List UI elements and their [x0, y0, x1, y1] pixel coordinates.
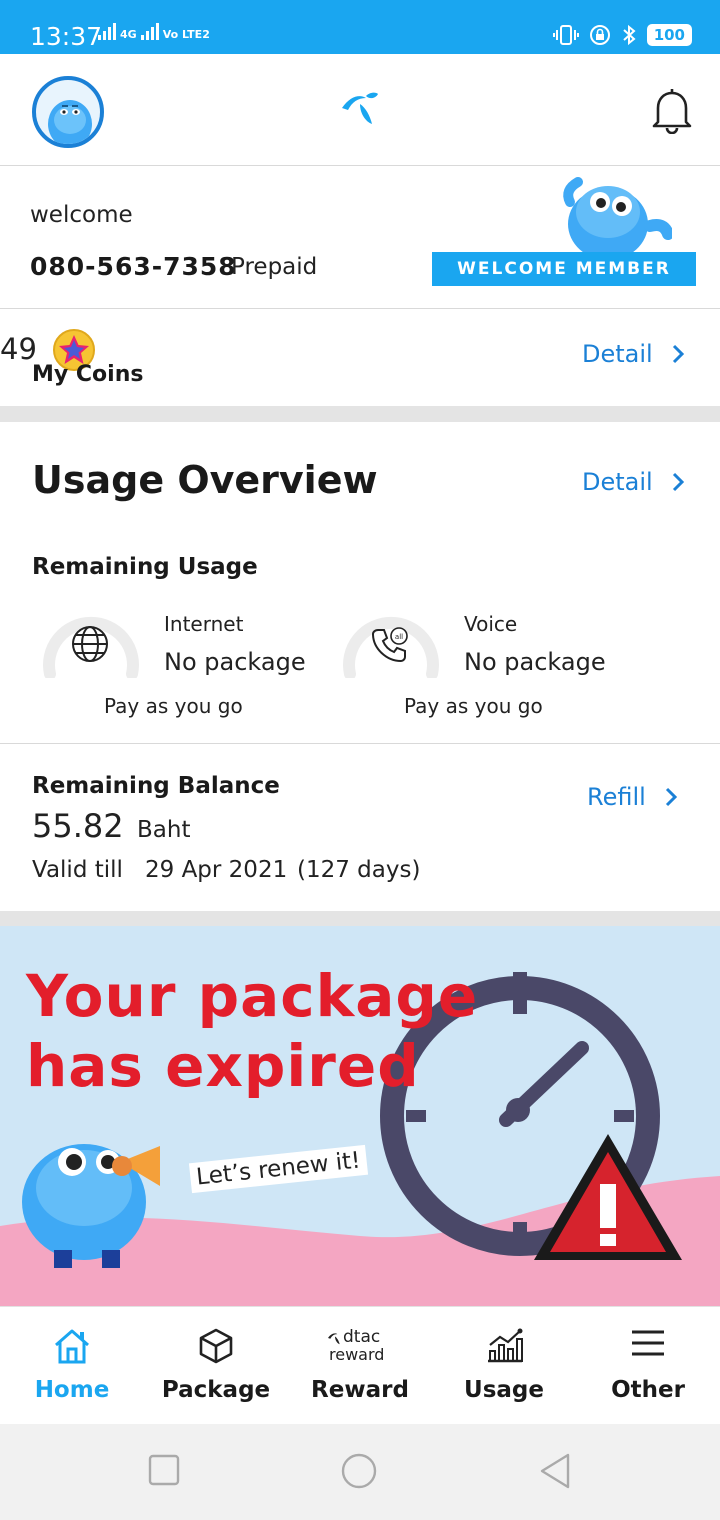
menu-icon — [630, 1327, 666, 1363]
welcome-section: welcome 080-563-7358 Prepaid WELCOME MEM… — [0, 166, 720, 309]
chevron-right-icon — [672, 472, 684, 492]
internet-gauge — [40, 598, 142, 680]
reward-icon-text-2: reward — [329, 1345, 385, 1364]
dtac-logo-icon — [340, 90, 380, 130]
welcome-greeting: welcome — [30, 202, 133, 228]
banner-title-line2: has expired — [26, 1032, 420, 1100]
voice-gauge: all — [340, 598, 442, 680]
status-time: 13:37 — [30, 22, 103, 51]
package-expired-banner[interactable]: Your package has expired Let’s renew it! — [0, 926, 720, 1306]
phone-all-icon: all — [370, 624, 410, 668]
valid-days: (127 days) — [297, 857, 421, 883]
home-system-icon[interactable] — [340, 1452, 378, 1494]
warning-icon — [530, 1130, 686, 1268]
avatar[interactable] — [32, 76, 104, 148]
balance-section: Remaining Balance Refill 55.82 Baht Vali… — [0, 745, 720, 911]
voice-value: No package — [464, 648, 606, 676]
dtac-reward-icon: dtac reward — [325, 1327, 395, 1367]
system-navigation — [0, 1424, 720, 1520]
usage-overview-section: Usage Overview Detail Remaining Usage In… — [0, 422, 720, 744]
nav-home-label: Home — [34, 1377, 110, 1403]
battery-indicator: 100 — [646, 24, 692, 46]
usage-detail-label: Detail — [582, 468, 653, 496]
coin-label: My Coins — [32, 362, 144, 387]
usage-overview-title: Usage Overview — [32, 458, 378, 502]
mascot-megaphone-icon — [10, 1122, 180, 1276]
valid-till-date: 29 Apr 2021 — [145, 857, 288, 883]
usage-detail-link[interactable]: Detail — [582, 468, 685, 496]
box-icon — [197, 1327, 235, 1369]
nav-other-label: Other — [611, 1377, 685, 1403]
volte-tag: Vo LTE2 — [162, 28, 210, 41]
voice-sub: Pay as you go — [404, 694, 543, 718]
coins-detail-label: Detail — [582, 340, 653, 368]
refill-label: Refill — [587, 783, 646, 811]
section-divider-2 — [0, 911, 720, 926]
section-divider — [0, 406, 720, 422]
valid-till-label: Valid till — [32, 857, 123, 883]
coin-count: 49 — [0, 332, 37, 366]
mascot-avatar-icon — [48, 100, 92, 144]
remaining-usage-label: Remaining Usage — [32, 554, 258, 580]
lock-rotate-icon — [589, 25, 610, 45]
banner-title-line1: Your package — [26, 962, 479, 1030]
back-icon[interactable] — [538, 1452, 572, 1494]
balance-unit: Baht — [137, 817, 191, 843]
nav-reward[interactable]: dtac reward Reward — [288, 1307, 432, 1425]
globe-icon — [70, 624, 110, 668]
network-indicator: 4G Vo LTE2 — [98, 20, 210, 40]
status-bar: 13:37 4G Vo LTE2 100 — [0, 0, 720, 54]
bottom-navigation: Home Package dtac reward Reward Usage Ot… — [0, 1306, 720, 1424]
nav-package[interactable]: Package — [144, 1307, 288, 1425]
internet-label: Internet — [164, 612, 244, 636]
status-icons: 100 — [552, 24, 692, 46]
app-header — [0, 54, 720, 166]
refill-link[interactable]: Refill — [587, 783, 678, 811]
nav-package-label: Package — [161, 1377, 271, 1403]
balance-amount: 55.82 — [32, 807, 124, 845]
welcome-member-badge: WELCOME MEMBER — [432, 252, 696, 286]
home-icon — [52, 1327, 92, 1369]
nav-other[interactable]: Other — [576, 1307, 720, 1425]
internet-value: No package — [164, 648, 306, 676]
bell-icon[interactable] — [650, 86, 694, 138]
chart-icon — [484, 1327, 524, 1369]
coins-detail-link[interactable]: Detail — [582, 340, 685, 368]
chevron-right-icon — [672, 344, 684, 364]
nav-usage-label: Usage — [464, 1377, 544, 1403]
signal-icon-2 — [140, 20, 159, 40]
bluetooth-icon — [623, 24, 636, 46]
nav-reward-label: Reward — [311, 1377, 409, 1403]
mascot-icon — [560, 172, 674, 262]
recent-apps-icon[interactable] — [148, 1454, 180, 1490]
reward-icon-text-1: dtac — [343, 1327, 381, 1347]
network-tag: 4G — [120, 28, 137, 41]
coins-section: 49 My Coins Detail — [0, 310, 720, 406]
nav-usage[interactable]: Usage — [432, 1307, 576, 1425]
phone-number: 080-563-7358 — [30, 252, 237, 281]
voice-label: Voice — [464, 612, 518, 636]
internet-sub: Pay as you go — [104, 694, 243, 718]
signal-icon — [98, 20, 116, 40]
plan-type: Prepaid — [231, 254, 318, 280]
chevron-right-icon — [665, 787, 677, 807]
vibrate-icon — [552, 25, 579, 45]
svg-text:all: all — [395, 633, 403, 641]
nav-home[interactable]: Home — [0, 1307, 144, 1425]
balance-title: Remaining Balance — [32, 773, 280, 799]
